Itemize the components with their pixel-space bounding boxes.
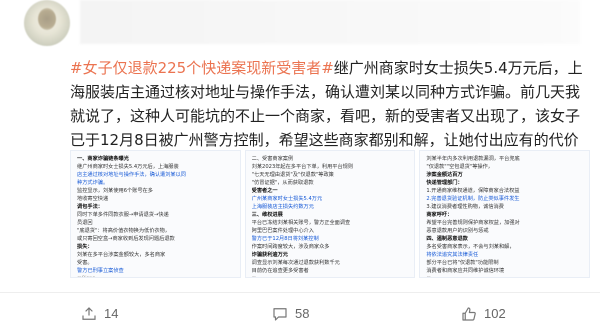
image-text-line: 监控显示，刘某使用6个账号在多 bbox=[77, 188, 153, 194]
share-icon bbox=[82, 306, 96, 320]
image-text-line: 店主通过核对地址与操作手法，确认遭刘某以同 bbox=[77, 172, 186, 178]
comment-count: 58 bbox=[295, 306, 310, 321]
image-text-line: "底退货"：将高价值衣物换为低价衣物， bbox=[77, 228, 170, 234]
image-text-line: "七天无理由退货"及"仅退款"等政策 bbox=[251, 172, 334, 178]
image-text-line: 刘某半年内多次利用退款漏洞，平台兜底 bbox=[426, 156, 520, 162]
like-count: 102 bbox=[484, 306, 506, 321]
image-text-line: 涉案金额达百万 bbox=[426, 172, 463, 178]
image-text-line: 损失： bbox=[77, 244, 93, 250]
image-text-line: 作案时间跨度较大，涉及商家众多 bbox=[251, 244, 330, 250]
post-image-2[interactable]: 二、受害商家案例刘某2023年起在多平台下单，利用平台规则 "七天无理由退货"及"… bbox=[244, 150, 416, 278]
image-text-line: 1.开通商家维权通道，保障商家合法权益 bbox=[426, 188, 520, 194]
image-text-line: 阿里巴巴案件处理中心介入 bbox=[251, 228, 314, 234]
image-text-line: 受害者之一 bbox=[251, 188, 278, 194]
image-text-line: 多名受害商家表示，不会与刘某和解， bbox=[426, 244, 515, 250]
hashtag-link[interactable]: #女子仅退款225个快递案现新受害者# bbox=[70, 59, 334, 77]
image-text-line: 诈骗获利逾万元 bbox=[251, 252, 288, 258]
image-text-line: 四、遏制恶意退款 bbox=[426, 236, 468, 242]
avatar[interactable] bbox=[24, 0, 70, 46]
image-text-line: 刘某在多平台涉案金额较大，多名商家 bbox=[77, 252, 166, 258]
image-text-line: 平台已冻结刘某相关账号，警方正全面调查 bbox=[251, 220, 351, 226]
post-header-blurred bbox=[80, 0, 580, 44]
image-text-line: 调查显示刘某每次通过退款获利数千元 bbox=[251, 260, 340, 266]
image-text-line: 警方已于12月8日将刘某控制 bbox=[251, 236, 319, 242]
image-text-line: 调包手法： bbox=[77, 204, 103, 210]
weibo-post: #女子仅退款225个快递案现新受害者# 继广州商家时女士损失5.4万元后，上海服装… bbox=[0, 0, 600, 333]
image-text-line: 警方已刑事立案侦查 bbox=[77, 268, 124, 274]
share-count: 14 bbox=[104, 306, 119, 321]
image-text-line: 同时下单多件同款衣服→申请退货→快递 bbox=[77, 212, 169, 218]
image-text-line: 3.建议消费者理性购物，诚信消费 bbox=[426, 204, 504, 210]
image-text-line: @... bbox=[252, 275, 409, 277]
post-image-1[interactable]: 一、商家诈骗链条曝光继广州商家时女士损失5.4万元后，上海服装店主通过核对地址与… bbox=[70, 150, 241, 278]
image-text-line: 将依法追究其法律责任 bbox=[426, 252, 479, 258]
image-text-line: @Qiang... bbox=[77, 275, 234, 277]
avatar-image bbox=[38, 8, 56, 30]
image-text-line: 继广州商家时女士损失5.4万元后，上海服装 bbox=[77, 164, 179, 170]
image-text-line: 种方式诈骗。 bbox=[77, 180, 109, 186]
image-text-line: 刘某2023年起在多平台下单，利用平台规则 bbox=[251, 164, 354, 170]
action-bar: 14 58 102 bbox=[0, 292, 600, 333]
image-grid: 一、商家诈骗链条曝光继广州商家时女士损失5.4万元后，上海服装店主通过核对地址与… bbox=[70, 150, 591, 280]
image-text-line: 商家呼吁： bbox=[426, 212, 453, 218]
comment-button[interactable]: 58 bbox=[271, 293, 309, 334]
image-text-line: 或只寄回空盒→商家收到后发现问题后退款 bbox=[77, 236, 175, 242]
image-text-line: 2.完善退货验证机制，防止类似事件发生 bbox=[426, 196, 520, 202]
image-text-line: 目前仍在追查更多受害者 bbox=[251, 268, 309, 274]
image-text-line: 员退回 bbox=[77, 220, 93, 226]
image-text-line: 一、商家诈骗链条曝光 bbox=[77, 156, 129, 162]
image-text-line: 三、维权进展 bbox=[251, 212, 283, 218]
thumbs-up-icon bbox=[462, 306, 476, 321]
image-text-line: "仅退款""空包退货"等操作， bbox=[426, 164, 493, 170]
image-text-line: 部分平台已将"仅退款"功能限制 bbox=[426, 260, 499, 266]
image-text-line: 地收寄空快递 bbox=[77, 196, 109, 202]
image-text-line: 恶意退款用户的识别与惩戒 bbox=[426, 228, 489, 234]
image-text-line: 快递管理部门： bbox=[426, 180, 463, 186]
comment-icon bbox=[273, 307, 287, 321]
image-text-line: 希望平台完善规则保护商家权益，加强对 bbox=[426, 220, 520, 226]
share-button[interactable]: 14 bbox=[80, 293, 118, 334]
post-image-3[interactable]: 刘某半年内多次利用退款漏洞，平台兜底 "仅退款""空包退货"等操作， 涉案金额达百万… bbox=[419, 150, 591, 278]
image-text-line: 二、受害商家案例 bbox=[251, 156, 294, 162]
image-text-line: 广州某商家时女士损失5.4万元 bbox=[251, 196, 323, 202]
image-text-line: 上海服装店主损失约数万元 bbox=[251, 204, 314, 210]
like-button[interactable]: 102 bbox=[460, 293, 506, 334]
image-text-line: @... bbox=[426, 275, 583, 277]
image-text-line: "仿冒证据"，从而获取退款 bbox=[251, 180, 314, 186]
image-text-line: 消费者和商家应共同维护诚信环境 bbox=[426, 268, 505, 274]
image-text-line: 受害。 bbox=[77, 260, 93, 266]
